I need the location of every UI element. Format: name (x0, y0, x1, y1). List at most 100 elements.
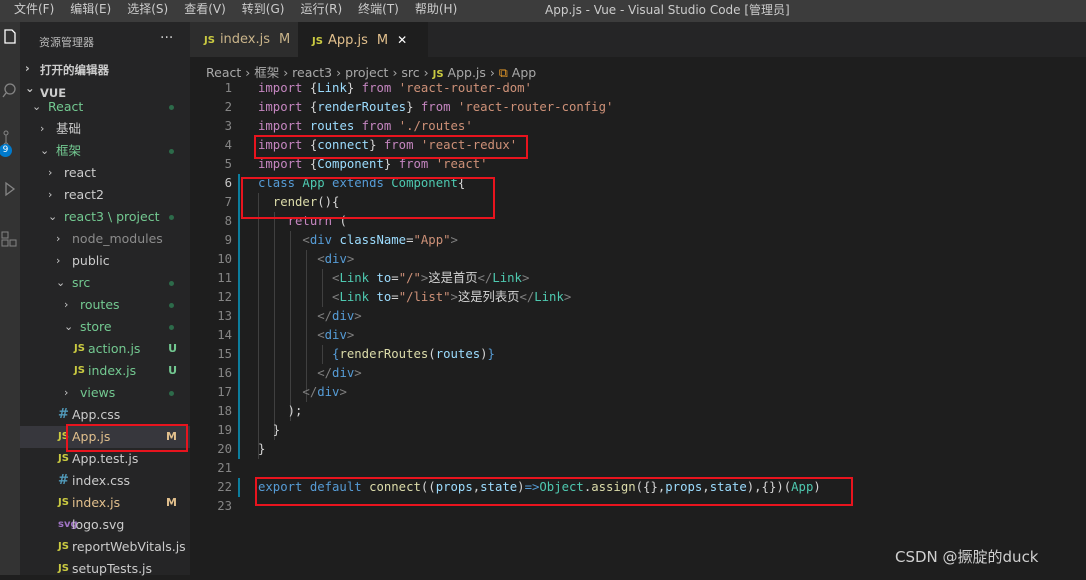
extensions-icon[interactable] (0, 228, 20, 250)
tree-folder[interactable]: › react (20, 162, 190, 184)
editor-area: JS index.js M JS App.js M ✕ React › 框架 › react… (66, 22, 1086, 575)
code-line: 1 import {Link} from 'react-router-dom' (190, 79, 1086, 98)
breadcrumb-item[interactable]: src (401, 65, 419, 80)
javascript-file-icon: JS (312, 36, 323, 47)
modified-dot-icon (169, 281, 174, 286)
chevron-right-icon: › (332, 65, 346, 80)
css-file-icon: # (58, 407, 69, 422)
open-editors-section[interactable]: › 打开的编辑器 (20, 58, 190, 80)
tree-file[interactable]: svg logo.svg (20, 514, 190, 536)
menu-item[interactable]: 选择(S) (127, 0, 182, 22)
line-number: 19 (217, 423, 232, 437)
breadcrumb-item[interactable]: ⧉ App (499, 65, 536, 80)
tree-file[interactable]: JS index.js U (20, 360, 190, 382)
line-number: 20 (217, 442, 232, 456)
menu-item[interactable]: 帮助(H) (415, 0, 471, 22)
line-number: 21 (217, 461, 232, 475)
tree-folder[interactable]: › node_modules (20, 228, 190, 250)
modified-dot-icon (169, 149, 174, 154)
breadcrumb-item[interactable]: project (345, 65, 388, 80)
chevron-right-icon: › (56, 254, 61, 267)
search-icon[interactable] (0, 80, 20, 102)
line-number: 6 (224, 176, 232, 190)
tree-file[interactable]: JS index.js M (20, 492, 190, 514)
chevron-right-icon: › (241, 65, 255, 80)
code-line: 12 <Link to="/list">这是列表页</Link> (190, 288, 1086, 307)
tree-folder[interactable]: › public (20, 250, 190, 272)
tree-item-label: logo.svg (72, 517, 125, 532)
line-number: 12 (217, 290, 232, 304)
tree-folder[interactable]: › react2 (20, 184, 190, 206)
menu-item[interactable]: 运行(R) (300, 0, 356, 22)
code-line: 17 </div> (190, 383, 1086, 402)
code-line: 11 <Link to="/">这是首页</Link> (190, 269, 1086, 288)
breadcrumb-item[interactable]: React (206, 65, 241, 80)
chevron-down-icon: ⌄ (48, 210, 58, 223)
explorer-icon[interactable] (0, 26, 20, 48)
explorer-title: 资源管理器 (39, 36, 94, 49)
tree-folder[interactable]: › 基础 (20, 118, 190, 140)
tree-folder[interactable]: ⌄ src (20, 272, 190, 294)
tree-folder[interactable]: › routes (20, 294, 190, 316)
menu-item[interactable]: 终端(T) (358, 0, 413, 22)
tree-file[interactable]: JS action.js U (20, 338, 190, 360)
tree-item-label: reportWebVitals.js (72, 539, 186, 554)
code-line: 2 import {renderRoutes} from 'react-route… (190, 98, 1086, 117)
menu-item[interactable]: 文件(F) (14, 0, 68, 22)
run-debug-icon[interactable] (0, 178, 20, 200)
line-number: 8 (224, 214, 232, 228)
more-actions-icon[interactable]: ··· (160, 30, 173, 46)
tree-folder[interactable]: › views (20, 382, 190, 404)
chevron-down-icon: ⌄ (40, 144, 50, 157)
chevron-down-icon: ⌄ (32, 100, 42, 113)
breadcrumb-item[interactable]: JS App.js (433, 65, 486, 80)
chevron-right-icon: › (64, 386, 69, 399)
tree-folder[interactable]: ⌄ 框架 (20, 140, 190, 162)
tab-index-js[interactable]: JS index.js M (190, 22, 298, 57)
watermark: CSDN @撅腚的duck (895, 548, 1039, 566)
tree-folder[interactable]: ⌄ react3 \ project (20, 206, 190, 228)
javascript-file-icon: JS (74, 365, 85, 376)
menu-item[interactable]: 查看(V) (184, 0, 240, 22)
code-line: 21 (190, 459, 1086, 478)
tree-folder[interactable]: ⌄ store (20, 316, 190, 338)
tree-file[interactable]: JS reportWebVitals.js (20, 536, 190, 558)
tree-item-label: App.css (72, 407, 121, 422)
git-status-badge: M (166, 496, 177, 509)
class-symbol-icon: ⧉ (498, 65, 508, 80)
menu-item[interactable]: 转到(G) (242, 0, 299, 22)
tree-item-label: routes (80, 297, 120, 312)
breadcrumb-item[interactable]: 框架 (254, 65, 279, 80)
javascript-file-icon: JS (204, 35, 215, 46)
tab-App-js[interactable]: JS App.js M ✕ (298, 22, 428, 57)
window-title: App.js - Vue - Visual Studio Code [管理员] (545, 3, 790, 17)
menu-item[interactable]: 编辑(E) (70, 0, 125, 22)
tree-item-label: store (80, 319, 112, 334)
tree-item-label: node_modules (72, 231, 163, 246)
line-number: 23 (217, 499, 232, 513)
chevron-down-icon: ⌄ (25, 81, 35, 95)
chevron-down-icon: ⌄ (56, 276, 66, 289)
breadcrumb-item[interactable]: react3 (292, 65, 332, 80)
highlight-box-appjs (66, 424, 188, 452)
tree-file[interactable]: # index.css (20, 470, 190, 492)
line-number: 13 (217, 309, 232, 323)
tree-folder[interactable]: ⌄ React (20, 96, 190, 118)
chevron-right-icon: › (25, 61, 30, 75)
tree-item-label: index.js (88, 363, 137, 378)
activity-bar: 9 (0, 22, 20, 575)
line-number: 9 (224, 233, 232, 247)
tree-file[interactable]: JS setupTests.js (20, 558, 190, 580)
tree-item-label: React (48, 99, 84, 114)
explorer-sidebar: 资源管理器 ··· › 打开的编辑器 ⌄ VUE ⌄ React › 基础 ⌄ 框架 › re… (20, 22, 190, 576)
code-line: 13 </div> (190, 307, 1086, 326)
chevron-right-icon: › (279, 65, 293, 80)
line-number: 7 (224, 195, 232, 209)
close-icon[interactable]: ✕ (397, 33, 407, 47)
line-number: 5 (224, 157, 232, 171)
tab-label: App.js (327, 33, 368, 48)
git-status-badge: U (168, 364, 177, 377)
chevron-right-icon: › (64, 298, 69, 311)
chevron-right-icon: › (485, 65, 499, 80)
tree-file[interactable]: # App.css (20, 404, 190, 426)
